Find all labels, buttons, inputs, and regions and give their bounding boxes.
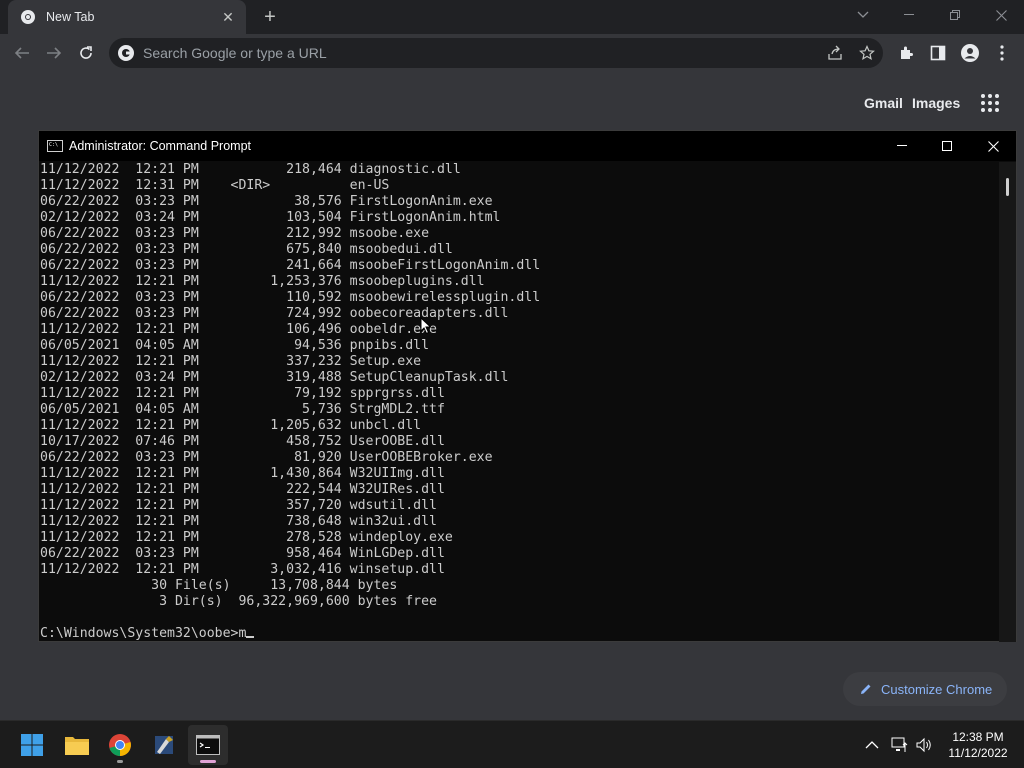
text-cursor bbox=[246, 636, 255, 638]
console-line: 06/22/2022 03:23 PM 38,576 FirstLogonAni… bbox=[40, 194, 493, 209]
console-line: 3 Dir(s) 96,322,969,600 bytes free bbox=[40, 594, 437, 609]
browser-toolbar: Search Google or type a URL bbox=[0, 34, 1024, 72]
cmd-close-button[interactable] bbox=[970, 131, 1016, 161]
extensions-icon[interactable] bbox=[896, 43, 916, 63]
cmd-window-title: Administrator: Command Prompt bbox=[69, 139, 252, 153]
console-line: 06/22/2022 03:23 PM 958,464 WinLGDep.dll bbox=[40, 546, 445, 561]
chrome-menu-icon[interactable] bbox=[992, 43, 1012, 63]
console-line: 06/22/2022 03:23 PM 675,840 msoobedui.dl… bbox=[40, 242, 453, 257]
console-line: 06/05/2021 04:05 AM 94,536 pnpibs.dll bbox=[40, 338, 430, 353]
omnibox-placeholder: Search Google or type a URL bbox=[143, 45, 327, 61]
pencil-icon bbox=[861, 684, 871, 694]
chrome-icon bbox=[109, 734, 131, 756]
forward-icon[interactable] bbox=[42, 41, 66, 65]
system-clock[interactable]: 12:38 PM 11/12/2022 bbox=[940, 729, 1016, 761]
console-line: 11/12/2022 12:21 PM 218,464 diagnostic.d… bbox=[40, 162, 461, 177]
volume-icon[interactable] bbox=[914, 735, 934, 755]
back-icon[interactable] bbox=[10, 41, 34, 65]
console-line: 11/12/2022 12:31 PM <DIR> en-US bbox=[40, 178, 390, 193]
console-line: 11/12/2022 12:21 PM 3,032,416 winsetup.d… bbox=[40, 562, 445, 577]
tab-new-tab[interactable]: New Tab ✕ bbox=[8, 0, 246, 34]
google-icon bbox=[118, 45, 134, 61]
console-line: 06/22/2022 03:23 PM 212,992 msoobe.exe bbox=[40, 226, 430, 241]
cmd-minimize-button[interactable] bbox=[879, 131, 925, 161]
mouse-pointer-icon bbox=[420, 317, 432, 335]
console-line: 30 File(s) 13,708,844 bytes bbox=[40, 578, 398, 593]
console-line: 11/12/2022 12:21 PM 1,205,632 unbcl.dll bbox=[40, 418, 422, 433]
console-line: 11/12/2022 12:21 PM 106,496 oobeldr.exe bbox=[40, 322, 437, 337]
tab-strip: New Tab ✕ + bbox=[0, 0, 1024, 34]
omnibox[interactable]: Search Google or type a URL bbox=[109, 38, 883, 68]
gmail-link[interactable]: Gmail bbox=[864, 95, 903, 111]
profile-avatar-icon[interactable] bbox=[960, 43, 980, 63]
folder-icon bbox=[65, 737, 89, 755]
console-prompt-line[interactable]: C:\Windows\System32\oobe>m bbox=[40, 626, 999, 642]
side-panel-icon[interactable] bbox=[928, 43, 948, 63]
close-tab-icon[interactable]: ✕ bbox=[220, 9, 236, 26]
console-line: 11/12/2022 12:21 PM 337,232 Setup.exe bbox=[40, 354, 422, 369]
bookmark-star-icon[interactable] bbox=[851, 45, 883, 61]
console-line: 06/22/2022 03:23 PM 724,992 oobecoreadap… bbox=[40, 306, 509, 321]
console-line: 11/12/2022 12:21 PM 1,253,376 msoobeplug… bbox=[40, 274, 485, 289]
setup-tool-button[interactable] bbox=[144, 725, 184, 765]
console-line: 10/17/2022 07:46 PM 458,752 UserOOBE.dll bbox=[40, 434, 445, 449]
network-icon[interactable] bbox=[890, 735, 910, 755]
cmd-maximize-button[interactable] bbox=[924, 131, 970, 161]
console-output[interactable]: 11/12/2022 12:21 PM 218,464 diagnostic.d… bbox=[39, 162, 999, 642]
console-line: 11/12/2022 12:21 PM 1,430,864 W32UIImg.d… bbox=[40, 466, 445, 481]
chrome-icon bbox=[21, 10, 35, 24]
console-line: 02/12/2022 03:24 PM 319,488 SetupCleanup… bbox=[40, 370, 509, 385]
console-line: 06/22/2022 03:23 PM 241,664 msoobeFirstL… bbox=[40, 258, 541, 273]
cmd-scrollbar[interactable] bbox=[999, 162, 1016, 642]
console-line: 11/12/2022 12:21 PM 222,544 W32UIRes.dll bbox=[40, 482, 445, 497]
cmd-app-icon bbox=[47, 140, 63, 152]
tab-title: New Tab bbox=[46, 10, 95, 24]
tab-search-icon[interactable] bbox=[840, 0, 886, 30]
cmd-taskbar-button[interactable] bbox=[188, 725, 228, 765]
taskbar: 12:38 PM 11/12/2022 bbox=[0, 720, 1024, 768]
google-apps-icon[interactable] bbox=[981, 94, 999, 112]
images-link[interactable]: Images bbox=[912, 95, 960, 111]
start-button[interactable] bbox=[12, 725, 52, 765]
restore-button[interactable] bbox=[932, 0, 978, 30]
console-line: 11/12/2022 12:21 PM 278,528 windeploy.ex… bbox=[40, 530, 453, 545]
console-line: 06/22/2022 03:23 PM 110,592 msoobewirele… bbox=[40, 290, 541, 305]
reload-icon[interactable] bbox=[74, 41, 98, 65]
share-icon[interactable] bbox=[819, 45, 851, 61]
console-line: 11/12/2022 12:21 PM 738,648 win32ui.dll bbox=[40, 514, 437, 529]
clock-time: 12:38 PM bbox=[952, 730, 1004, 744]
command-prompt-window[interactable]: Administrator: Command Prompt 11/12/2022… bbox=[38, 130, 1017, 642]
console-line: 02/12/2022 03:24 PM 103,504 FirstLogonAn… bbox=[40, 210, 501, 225]
console-line: 06/05/2021 04:05 AM 5,736 StrgMDL2.ttf bbox=[40, 402, 445, 417]
cmd-title-bar[interactable]: Administrator: Command Prompt bbox=[39, 131, 1016, 161]
console-line: 11/12/2022 12:21 PM 357,720 wdsutil.dll bbox=[40, 498, 437, 513]
chrome-taskbar-button[interactable] bbox=[100, 725, 140, 765]
close-window-button[interactable] bbox=[978, 0, 1024, 30]
new-tab-button[interactable]: + bbox=[258, 4, 282, 30]
minimize-button[interactable] bbox=[886, 0, 932, 30]
console-prompt: C:\Windows\System32\oobe>m bbox=[40, 626, 247, 641]
terminal-icon bbox=[196, 735, 220, 755]
setup-icon bbox=[155, 736, 173, 754]
console-line: 11/12/2022 12:21 PM 79,192 spprgrss.dll bbox=[40, 386, 445, 401]
scrollbar-thumb[interactable] bbox=[1006, 178, 1009, 196]
show-hidden-icons[interactable] bbox=[862, 735, 882, 755]
file-explorer-button[interactable] bbox=[57, 725, 97, 765]
customize-chrome-label: Customize Chrome bbox=[881, 681, 993, 697]
console-line: 06/22/2022 03:23 PM 81,920 UserOOBEBroke… bbox=[40, 450, 493, 465]
windows-start-icon bbox=[21, 734, 43, 756]
clock-date: 11/12/2022 bbox=[948, 746, 1008, 760]
customize-chrome-button[interactable]: Customize Chrome bbox=[843, 672, 1007, 706]
